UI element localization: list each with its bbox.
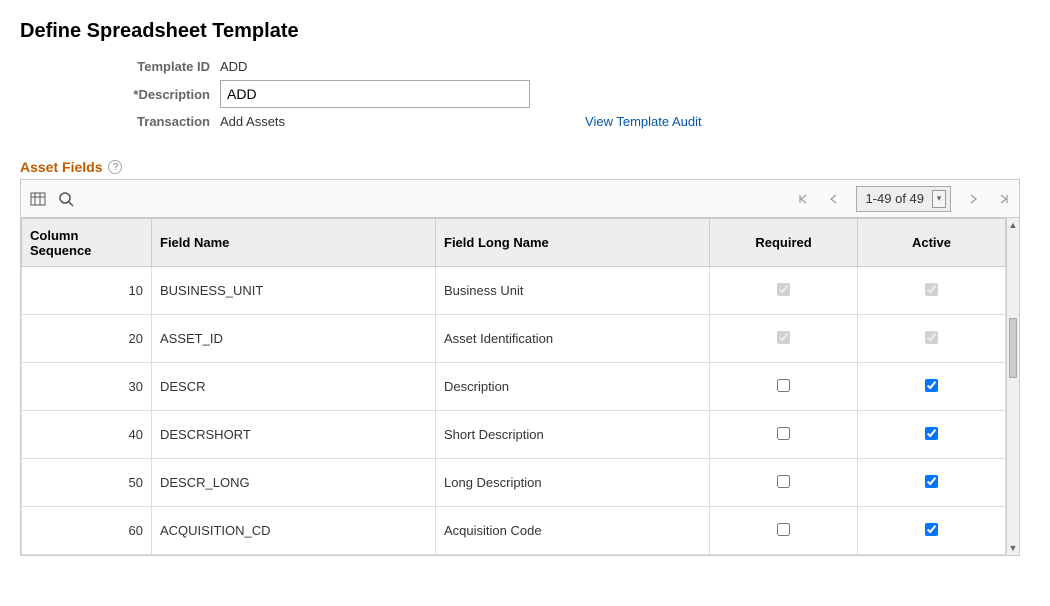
active-checkbox <box>925 331 938 344</box>
cell-field-long-name: Long Description <box>436 459 710 507</box>
help-icon[interactable]: ? <box>108 160 122 174</box>
cell-required <box>710 459 858 507</box>
table-row: 60ACQUISITION_CDAcquisition Code <box>22 507 1006 555</box>
cell-active <box>858 459 1006 507</box>
required-checkbox <box>777 331 790 344</box>
description-input[interactable] <box>220 80 530 108</box>
cell-field-long-name: Business Unit <box>436 267 710 315</box>
cell-required <box>710 363 858 411</box>
cell-active <box>858 411 1006 459</box>
cell-field-name: ASSET_ID <box>152 315 436 363</box>
cell-sequence: 40 <box>22 411 152 459</box>
search-icon[interactable] <box>57 190 75 208</box>
table-row: 40DESCRSHORTShort Description <box>22 411 1006 459</box>
col-header-field-long-name[interactable]: Field Long Name <box>436 219 710 267</box>
cell-field-long-name: Asset Identification <box>436 315 710 363</box>
cell-field-name: BUSINESS_UNIT <box>152 267 436 315</box>
col-header-sequence[interactable]: Column Sequence <box>22 219 152 267</box>
cell-field-name: ACQUISITION_CD <box>152 507 436 555</box>
cell-field-name: DESCR <box>152 363 436 411</box>
col-header-required[interactable]: Required <box>710 219 858 267</box>
active-checkbox <box>925 283 938 296</box>
cell-active <box>858 315 1006 363</box>
view-template-audit-link[interactable]: View Template Audit <box>585 114 702 129</box>
description-label: *Description <box>20 87 220 102</box>
cell-active <box>858 507 1006 555</box>
required-checkbox[interactable] <box>777 523 790 536</box>
cell-active <box>858 267 1006 315</box>
table-row: 20ASSET_IDAsset Identification <box>22 315 1006 363</box>
active-checkbox[interactable] <box>925 523 938 536</box>
col-header-field-name[interactable]: Field Name <box>152 219 436 267</box>
personalize-icon[interactable] <box>29 190 47 208</box>
cell-sequence: 20 <box>22 315 152 363</box>
table-row: 30DESCRDescription <box>22 363 1006 411</box>
cell-field-long-name: Description <box>436 363 710 411</box>
cell-required <box>710 507 858 555</box>
grid-scrollbar[interactable]: ▲ ▼ <box>1006 218 1019 555</box>
table-row: 10BUSINESS_UNITBusiness Unit <box>22 267 1006 315</box>
required-checkbox[interactable] <box>777 427 790 440</box>
next-page-icon[interactable] <box>967 192 981 206</box>
required-checkbox[interactable] <box>777 475 790 488</box>
asset-fields-section-title: Asset Fields <box>20 159 102 175</box>
cell-required <box>710 267 858 315</box>
cell-required <box>710 411 858 459</box>
cell-active <box>858 363 1006 411</box>
template-id-value: ADD <box>220 59 247 74</box>
active-checkbox[interactable] <box>925 427 938 440</box>
scroll-thumb[interactable] <box>1009 318 1017 378</box>
last-page-icon[interactable] <box>997 192 1011 206</box>
prev-page-icon[interactable] <box>826 192 840 206</box>
cell-field-long-name: Acquisition Code <box>436 507 710 555</box>
page-title: Define Spreadsheet Template <box>20 20 1030 43</box>
template-id-label: Template ID <box>20 59 220 74</box>
cell-field-long-name: Short Description <box>436 411 710 459</box>
scroll-up-icon[interactable]: ▲ <box>1007 218 1019 232</box>
transaction-value: Add Assets <box>220 114 285 129</box>
asset-fields-grid: 1-49 of 49 ▾ Column Sequence Field Name … <box>20 179 1020 556</box>
page-range-selector[interactable]: 1-49 of 49 ▾ <box>856 186 951 212</box>
cell-sequence: 60 <box>22 507 152 555</box>
first-page-icon[interactable] <box>796 192 810 206</box>
col-header-active[interactable]: Active <box>858 219 1006 267</box>
cell-required <box>710 315 858 363</box>
cell-field-name: DESCR_LONG <box>152 459 436 507</box>
chevron-down-icon: ▾ <box>932 190 946 208</box>
scroll-down-icon[interactable]: ▼ <box>1007 541 1019 555</box>
required-checkbox <box>777 283 790 296</box>
cell-sequence: 10 <box>22 267 152 315</box>
active-checkbox[interactable] <box>925 379 938 392</box>
required-checkbox[interactable] <box>777 379 790 392</box>
cell-sequence: 30 <box>22 363 152 411</box>
transaction-label: Transaction <box>20 114 220 129</box>
cell-sequence: 50 <box>22 459 152 507</box>
active-checkbox[interactable] <box>925 475 938 488</box>
cell-field-name: DESCRSHORT <box>152 411 436 459</box>
page-range-text: 1-49 of 49 <box>865 191 924 206</box>
table-row: 50DESCR_LONGLong Description <box>22 459 1006 507</box>
